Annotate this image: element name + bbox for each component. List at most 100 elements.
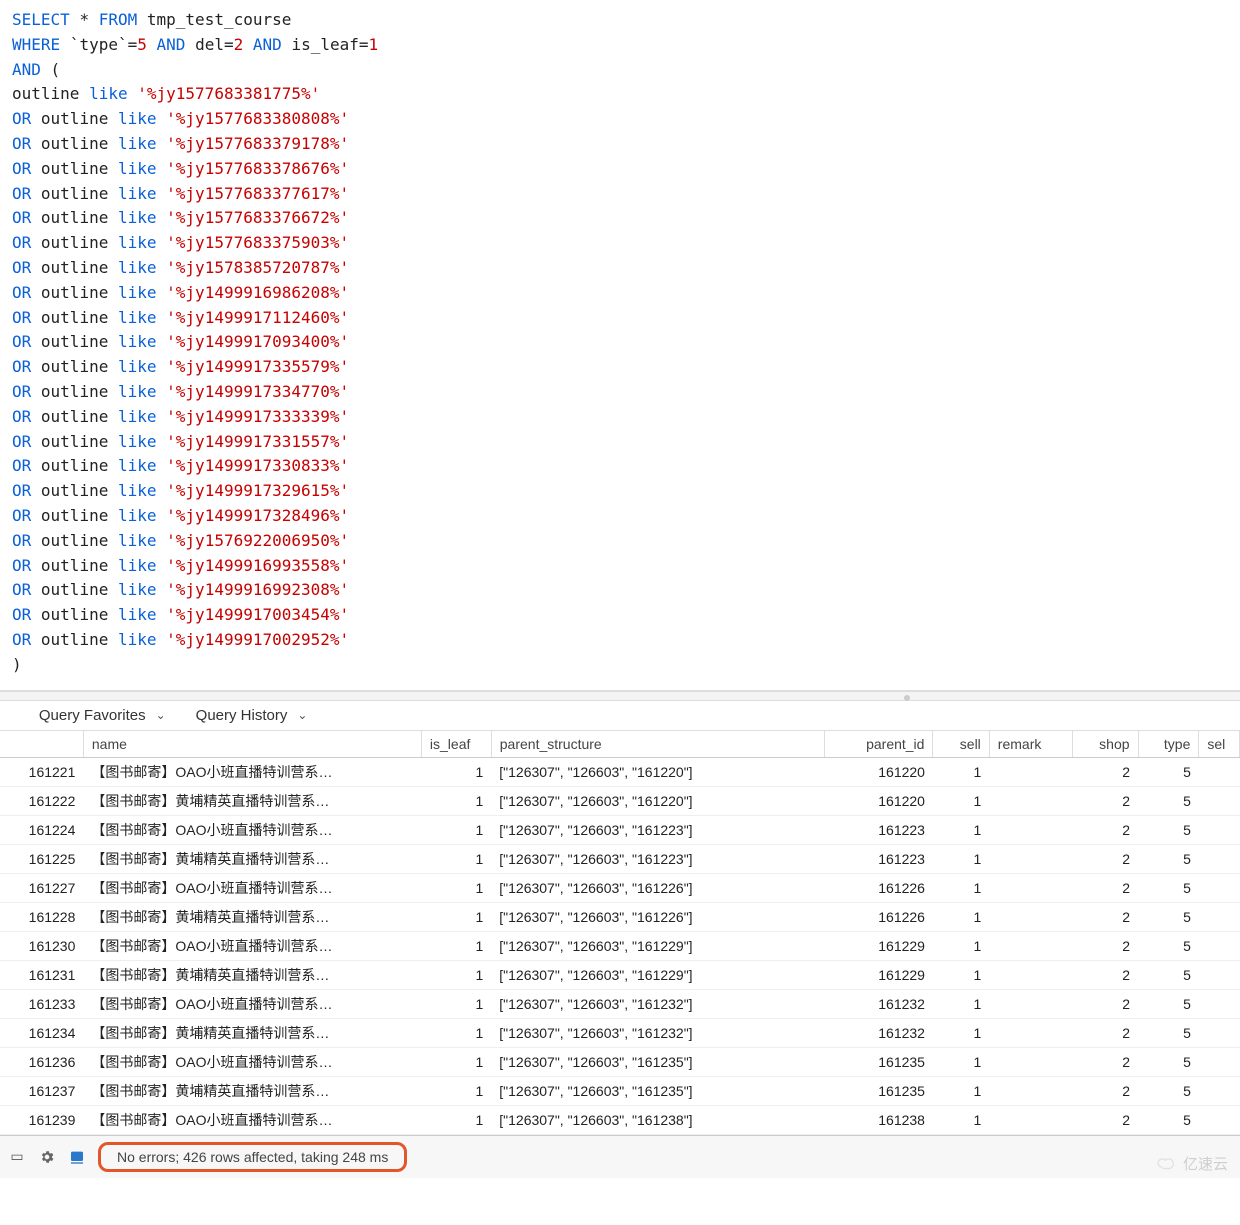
query-history-button[interactable]: Query History ⌄	[196, 707, 308, 724]
cell-shop: 2	[1073, 1076, 1138, 1105]
cell-parent-structure: ["126307", "126603", "161229"]	[491, 931, 825, 960]
sql-editor[interactable]: SELECT * FROM tmp_test_course WHERE `typ…	[0, 0, 1240, 691]
cell-type: 5	[1138, 1105, 1199, 1134]
table-row[interactable]: 161228【图书邮寄】黄埔精英直播特训营系…1["126307", "1266…	[0, 902, 1240, 931]
cell-type: 5	[1138, 1047, 1199, 1076]
kw-select: SELECT	[12, 10, 70, 29]
pane-divider[interactable]	[0, 691, 1240, 701]
cell-type: 5	[1138, 931, 1199, 960]
cell-type: 5	[1138, 786, 1199, 815]
table-row[interactable]: 161225【图书邮寄】黄埔精英直播特训营系…1["126307", "1266…	[0, 844, 1240, 873]
cell-parent-id: 161229	[825, 960, 933, 989]
gear-icon[interactable]	[38, 1148, 56, 1166]
star: *	[79, 10, 89, 29]
cell-parent-id: 161220	[825, 757, 933, 786]
table-row[interactable]: 161233【图书邮寄】OAO小班直播特训营系…1["126307", "126…	[0, 989, 1240, 1018]
cell-parent-structure: ["126307", "126603", "161226"]	[491, 873, 825, 902]
col-header-sell[interactable]: sell	[933, 731, 989, 758]
kw-or: OR	[12, 159, 31, 178]
col-header-remark[interactable]: remark	[989, 731, 1072, 758]
cell-is-leaf: 1	[421, 1076, 491, 1105]
cell-sell: 1	[933, 989, 989, 1018]
cell-sell: 1	[933, 1018, 989, 1047]
status-bar: ▭ No errors; 426 rows affected, taking 2…	[0, 1135, 1240, 1178]
cell-shop: 2	[1073, 786, 1138, 815]
cell-remark	[989, 786, 1072, 815]
kw-or: OR	[12, 382, 31, 401]
col-header-sel[interactable]: sel	[1199, 731, 1240, 758]
cell-shop: 2	[1073, 1047, 1138, 1076]
cell-remark	[989, 873, 1072, 902]
panel-toggle-icon[interactable]: ▭	[8, 1148, 26, 1166]
header-row: name is_leaf parent_structure parent_id …	[0, 731, 1240, 758]
kw-from: FROM	[99, 10, 138, 29]
kw-or: OR	[12, 605, 31, 624]
col-header-parent-structure[interactable]: parent_structure	[491, 731, 825, 758]
cell-sell: 1	[933, 786, 989, 815]
query-toolbar: ▼ Query Favorites ⌄ Query History ⌄	[0, 701, 1240, 731]
cell-type: 5	[1138, 844, 1199, 873]
cell-parent-structure: ["126307", "126603", "161223"]	[491, 815, 825, 844]
kw-or: OR	[12, 208, 31, 227]
cell-sel	[1199, 1076, 1240, 1105]
table-row[interactable]: 161221【图书邮寄】OAO小班直播特训营系…1["126307", "126…	[0, 757, 1240, 786]
table-row[interactable]: 161236【图书邮寄】OAO小班直播特训营系…1["126307", "126…	[0, 1047, 1240, 1076]
cell-shop: 2	[1073, 1018, 1138, 1047]
kw-or: OR	[12, 308, 31, 327]
cell-parent-id: 161235	[825, 1047, 933, 1076]
cell-sell: 1	[933, 902, 989, 931]
query-favorites-button[interactable]: Query Favorites ⌄	[39, 707, 166, 724]
cell-sell: 1	[933, 960, 989, 989]
close-paren: )	[12, 655, 22, 674]
cell-remark	[989, 931, 1072, 960]
col-header-id[interactable]	[0, 731, 83, 758]
cell-id: 161236	[0, 1047, 83, 1076]
table-row[interactable]: 161237【图书邮寄】黄埔精英直播特训营系…1["126307", "1266…	[0, 1076, 1240, 1105]
col-header-type[interactable]: type	[1138, 731, 1199, 758]
cell-parent-structure: ["126307", "126603", "161232"]	[491, 989, 825, 1018]
col-header-parent-id[interactable]: parent_id	[825, 731, 933, 758]
col-header-name[interactable]: name	[83, 731, 421, 758]
col-header-is-leaf[interactable]: is_leaf	[421, 731, 491, 758]
cell-shop: 2	[1073, 902, 1138, 931]
cell-id: 161239	[0, 1105, 83, 1134]
cell-remark	[989, 960, 1072, 989]
cell-name: 【图书邮寄】黄埔精英直播特训营系…	[83, 1018, 421, 1047]
cell-shop: 2	[1073, 931, 1138, 960]
cell-parent-structure: ["126307", "126603", "161238"]	[491, 1105, 825, 1134]
table-row[interactable]: 161234【图书邮寄】黄埔精英直播特训营系…1["126307", "1266…	[0, 1018, 1240, 1047]
cell-id: 161228	[0, 902, 83, 931]
cell-type: 5	[1138, 960, 1199, 989]
col-header-shop[interactable]: shop	[1073, 731, 1138, 758]
cell-type: 5	[1138, 757, 1199, 786]
cell-id: 161225	[0, 844, 83, 873]
cell-is-leaf: 1	[421, 960, 491, 989]
results-grid[interactable]: name is_leaf parent_structure parent_id …	[0, 731, 1240, 1135]
table-row[interactable]: 161224【图书邮寄】OAO小班直播特训营系…1["126307", "126…	[0, 815, 1240, 844]
table-row[interactable]: 161222【图书邮寄】黄埔精英直播特训营系…1["126307", "1266…	[0, 786, 1240, 815]
cell-name: 【图书邮寄】OAO小班直播特训营系…	[83, 815, 421, 844]
cell-is-leaf: 1	[421, 902, 491, 931]
cell-shop: 2	[1073, 873, 1138, 902]
table-row[interactable]: 161230【图书邮寄】OAO小班直播特训营系…1["126307", "126…	[0, 931, 1240, 960]
cell-parent-id: 161235	[825, 1076, 933, 1105]
table-row[interactable]: 161231【图书邮寄】黄埔精英直播特训营系…1["126307", "1266…	[0, 960, 1240, 989]
cell-sel	[1199, 873, 1240, 902]
kw-or: OR	[12, 134, 31, 153]
table-row[interactable]: 161239【图书邮寄】OAO小班直播特训营系…1["126307", "126…	[0, 1105, 1240, 1134]
cell-sel	[1199, 1105, 1240, 1134]
cell-remark	[989, 1105, 1072, 1134]
cell-sel	[1199, 757, 1240, 786]
cell-sel	[1199, 844, 1240, 873]
kw-or: OR	[12, 630, 31, 649]
cell-parent-id: 161220	[825, 786, 933, 815]
cell-remark	[989, 844, 1072, 873]
table-row[interactable]: 161227【图书邮寄】OAO小班直播特训营系…1["126307", "126…	[0, 873, 1240, 902]
kw-or: OR	[12, 481, 31, 500]
cell-name: 【图书邮寄】OAO小班直播特训营系…	[83, 1047, 421, 1076]
cell-id: 161231	[0, 960, 83, 989]
cell-shop: 2	[1073, 960, 1138, 989]
console-icon[interactable]	[68, 1148, 86, 1166]
cell-is-leaf: 1	[421, 989, 491, 1018]
status-message: No errors; 426 rows affected, taking 248…	[98, 1142, 407, 1172]
